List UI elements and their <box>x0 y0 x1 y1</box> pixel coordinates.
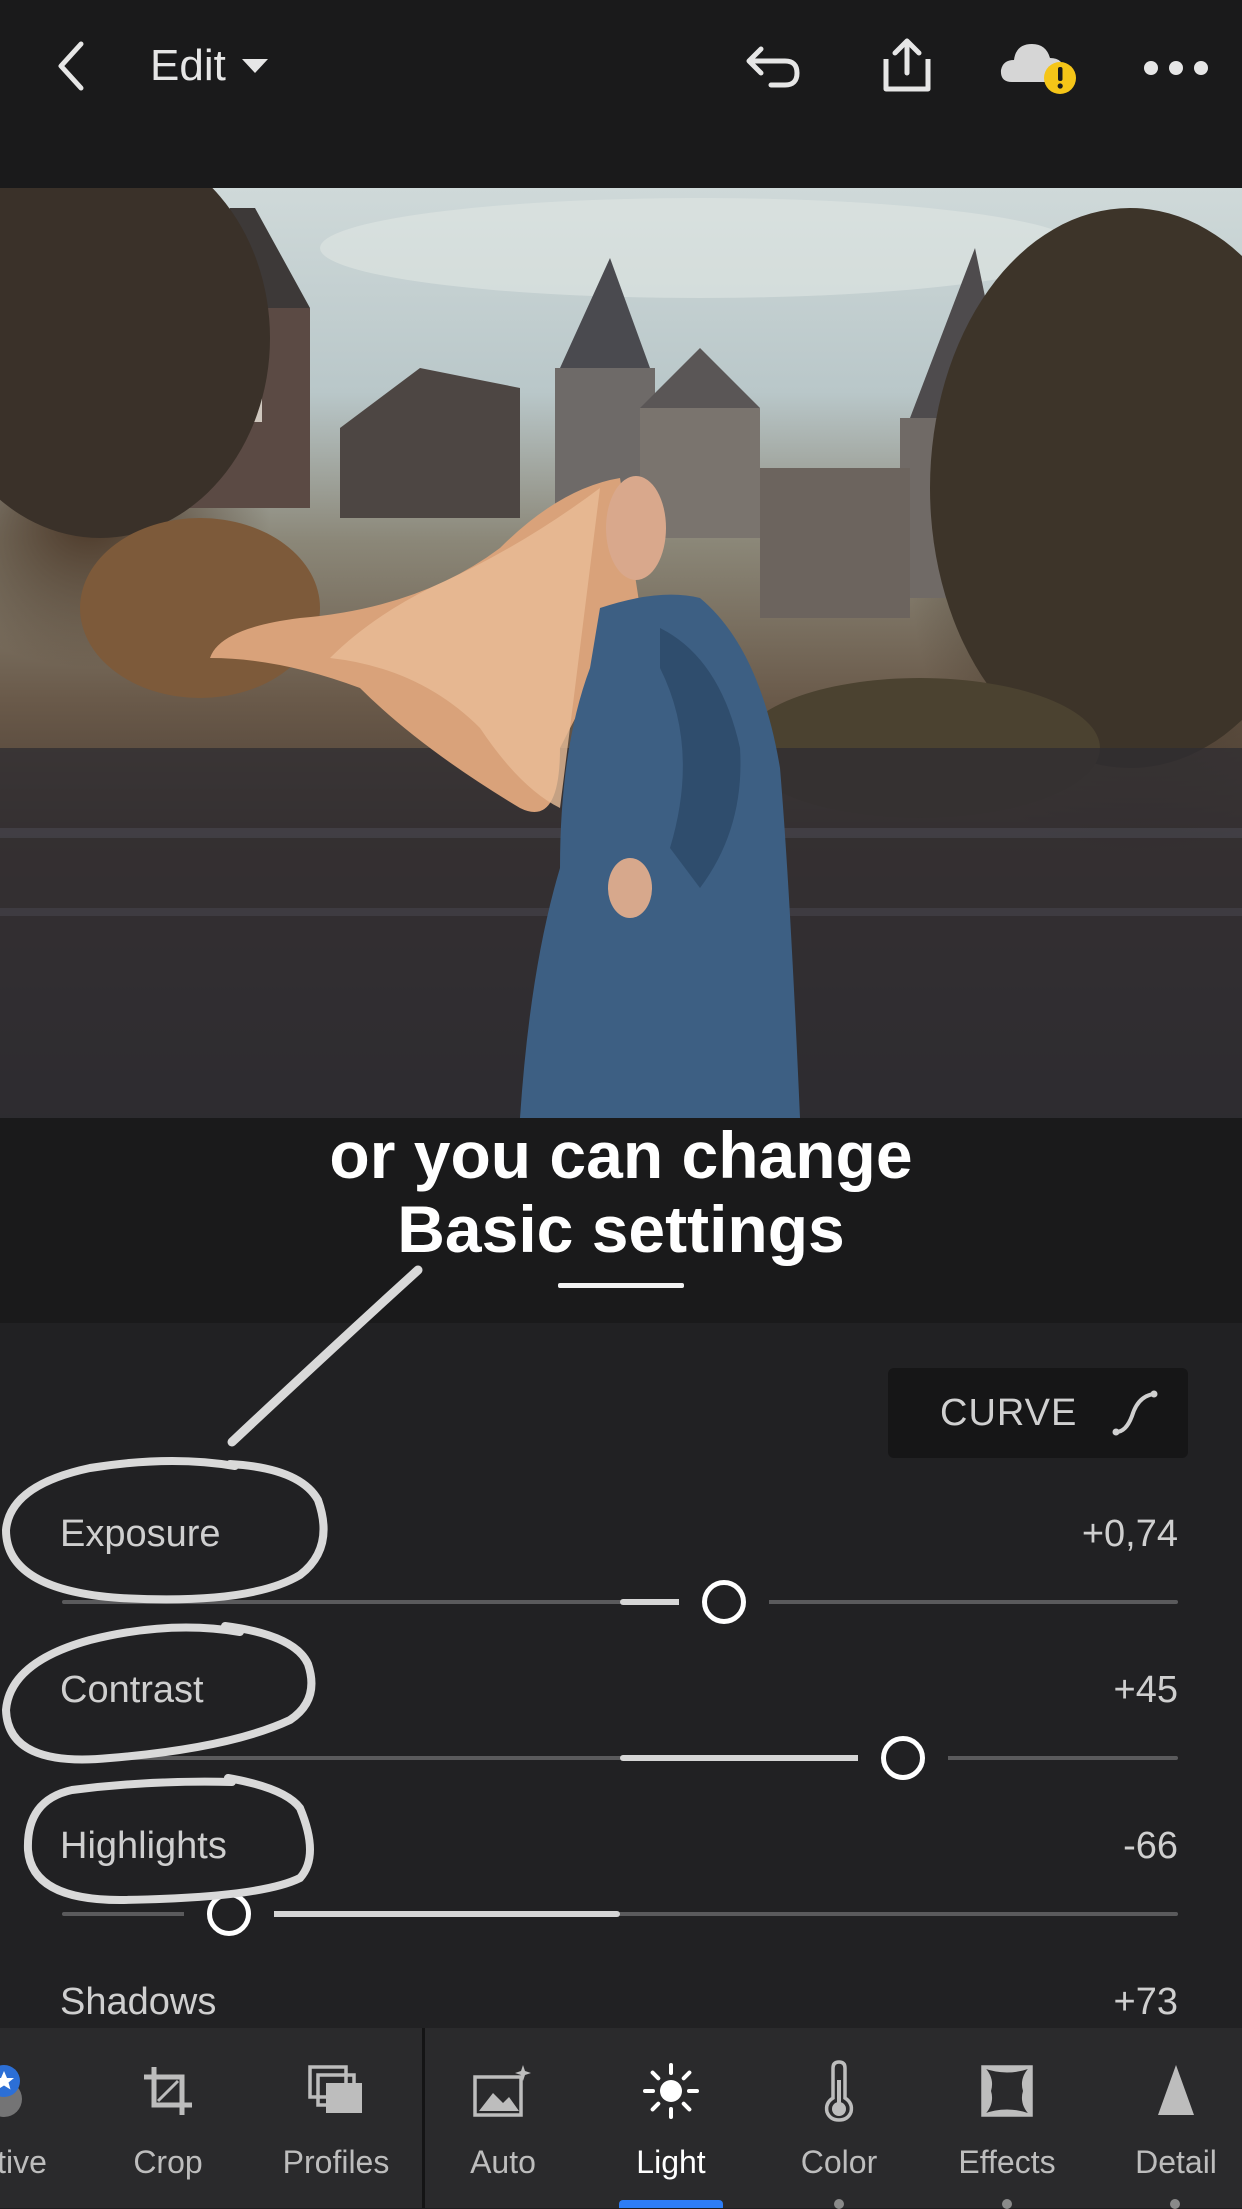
thermometer-icon <box>824 2060 854 2122</box>
exposure-slider-thumb[interactable] <box>701 1580 746 1624</box>
undo-icon <box>746 46 800 88</box>
tool-label: Detail <box>1135 2144 1217 2180</box>
highlights-slider-fill <box>229 1911 620 1917</box>
effects-icon <box>981 2065 1033 2117</box>
tool-profiles[interactable]: Profiles <box>252 2028 420 2208</box>
more-dots-icon <box>1144 61 1208 75</box>
photo-preview[interactable] <box>0 188 1242 1118</box>
curve-label: CURVE <box>940 1391 1078 1434</box>
tool-label: Effects <box>958 2144 1056 2180</box>
undo-button[interactable] <box>738 34 804 100</box>
contrast-value: +45 <box>1113 1669 1178 1711</box>
share-icon <box>883 38 931 92</box>
exposure-label: Exposure <box>60 1513 221 1555</box>
highlights-value: -66 <box>1123 1825 1178 1867</box>
caret-down-icon <box>241 59 268 73</box>
crop-icon <box>144 2067 192 2115</box>
tool-label: Profiles <box>282 2144 390 2180</box>
photo-scene <box>0 188 1242 1118</box>
shadows-label: Shadows <box>60 1981 217 2023</box>
detail-icon <box>1158 2065 1194 2115</box>
exposure-value: +0,74 <box>1081 1513 1178 1555</box>
highlights-label: Highlights <box>60 1825 227 1867</box>
contrast-label: Contrast <box>60 1669 204 1711</box>
curve-button[interactable]: CURVE <box>888 1368 1188 1458</box>
tool-label: ctive <box>0 2144 47 2180</box>
tool-label: Color <box>800 2144 878 2180</box>
back-button[interactable] <box>40 36 100 96</box>
tool-label: Light <box>636 2144 706 2180</box>
tool-light[interactable]: Light <box>587 2028 755 2208</box>
caption-line-2: Basic settings <box>397 1192 845 1266</box>
active-tool-indicator <box>619 2200 723 2208</box>
tool-detail[interactable]: Detail <box>1092 2028 1242 2208</box>
tool-effects[interactable]: Effects <box>923 2028 1091 2208</box>
tool-color[interactable]: Color <box>755 2028 923 2208</box>
cloud-sync-button[interactable] <box>998 34 1082 100</box>
caption-line-1: or you can change <box>329 1118 913 1192</box>
tool-crop[interactable]: Crop <box>84 2028 252 2208</box>
tool-auto[interactable]: Auto <box>419 2028 587 2208</box>
auto-icon <box>473 2065 531 2117</box>
tool-label: Crop <box>133 2144 203 2180</box>
edit-label: Edit <box>150 41 226 90</box>
edit-menu[interactable]: Edit <box>150 36 270 96</box>
share-button[interactable] <box>874 32 940 98</box>
selective-icon <box>0 2065 22 2117</box>
tool-selective[interactable]: ctive <box>0 2028 84 2208</box>
profiles-icon <box>308 2065 362 2113</box>
sun-icon <box>643 2063 699 2119</box>
tab-indicator <box>558 1283 684 1288</box>
tool-label: Auto <box>470 2144 536 2180</box>
chevron-left-icon <box>58 41 84 91</box>
curve-icon <box>1112 1390 1158 1436</box>
cloud-warning-icon <box>1000 44 1076 94</box>
shadows-value: +73 <box>1113 1981 1178 2023</box>
more-button[interactable] <box>1140 40 1212 96</box>
overlay-caption: or you can change Basic settings <box>0 1118 1242 1266</box>
